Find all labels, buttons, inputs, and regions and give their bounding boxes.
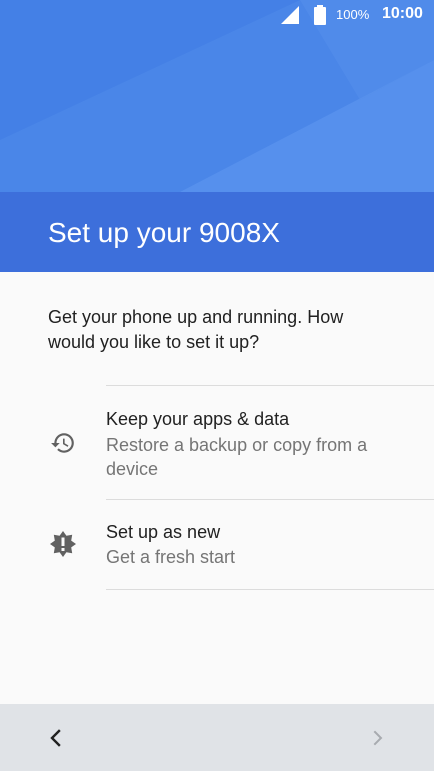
option-title: Set up as new [106, 522, 221, 542]
divider [106, 589, 434, 590]
chevron-left-icon[interactable] [44, 726, 68, 750]
page-title: Set up your 9008X [48, 217, 280, 248]
status-bar: 100% 10:00 [0, 0, 434, 32]
signal-icon [281, 6, 299, 24]
battery-icon [314, 5, 326, 25]
alert-badge-icon [50, 531, 76, 557]
setup-header: 100% 10:00 Set up your 9008X [0, 0, 434, 272]
battery-percent: 100% [336, 7, 370, 22]
clock: 10:00 [382, 5, 423, 22]
option-subtitle: Restore a backup or copy from a device [106, 435, 368, 479]
option-keep-apps-data[interactable]: Keep your apps & data Restore a backup o… [0, 386, 434, 499]
chevron-right-icon [373, 730, 383, 746]
option-title: Keep your apps & data [106, 409, 290, 429]
navigation-bar [0, 704, 434, 771]
history-icon [51, 433, 74, 453]
intro-text: Get your phone up and running. How would… [48, 307, 344, 352]
option-subtitle: Get a fresh start [106, 547, 236, 567]
option-set-up-as-new[interactable]: Set up as new Get a fresh start [0, 500, 434, 589]
